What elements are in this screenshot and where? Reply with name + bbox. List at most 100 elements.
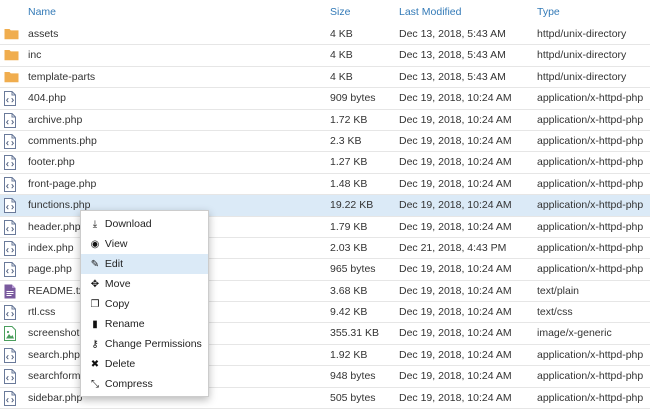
file-name[interactable]: index.php bbox=[28, 238, 74, 259]
table-row[interactable]: 404.php 909 bytes Dec 19, 2018, 10:24 AM ap… bbox=[0, 88, 650, 110]
column-header-last-modified[interactable]: Last Modified bbox=[399, 0, 461, 24]
context-menu-item-label: Download bbox=[104, 218, 152, 230]
file-name[interactable]: rtl.css bbox=[28, 302, 55, 323]
file-name[interactable]: 404.php bbox=[28, 88, 66, 109]
file-name[interactable]: template-parts bbox=[28, 67, 95, 88]
file-type: application/x-httpd-php bbox=[537, 113, 644, 126]
file-name[interactable]: page.php bbox=[28, 259, 72, 280]
file-last-modified: Dec 19, 2018, 10:24 AM bbox=[399, 92, 512, 105]
table-row[interactable]: footer.php 1.27 KB Dec 19, 2018, 10:24 AM a… bbox=[0, 152, 650, 174]
context-menu-item-copy[interactable]: ❐ Copy bbox=[81, 294, 208, 314]
file-type: application/x-httpd-php bbox=[537, 134, 644, 147]
file-last-modified: Dec 13, 2018, 5:43 AM bbox=[399, 49, 506, 62]
file-last-modified: Dec 19, 2018, 10:24 AM bbox=[399, 177, 512, 190]
file-type: image/x-generic bbox=[537, 327, 612, 340]
context-menu-item-delete[interactable]: ✖ Delete bbox=[81, 354, 208, 374]
column-header-name[interactable]: Name bbox=[28, 0, 56, 24]
file-size: 4 KB bbox=[330, 70, 353, 83]
file-size: 1.92 KB bbox=[330, 348, 368, 361]
file-size: 19.22 KB bbox=[330, 199, 374, 212]
code-file-icon bbox=[4, 155, 18, 171]
folder-icon bbox=[4, 70, 19, 85]
file-last-modified: Dec 19, 2018, 10:24 AM bbox=[399, 220, 512, 233]
context-menu-item-label: Delete bbox=[104, 358, 136, 370]
context-menu-item-label: Compress bbox=[104, 378, 153, 390]
file-last-modified: Dec 19, 2018, 10:24 AM bbox=[399, 156, 512, 169]
download-icon: ⤓ bbox=[92, 219, 98, 230]
code-file-icon bbox=[4, 305, 18, 321]
table-row[interactable]: inc 4 KB Dec 13, 2018, 5:43 AM httpd/unix-d… bbox=[0, 45, 650, 67]
column-header-type[interactable]: Type bbox=[537, 0, 560, 24]
code-file-icon bbox=[4, 133, 18, 149]
move-arrows-icon: ✥ bbox=[90, 279, 100, 290]
file-size: 909 bytes bbox=[330, 92, 376, 105]
code-file-icon bbox=[4, 198, 18, 214]
context-menu-item-compress[interactable]: ⤡ Compress bbox=[81, 374, 208, 394]
pencil-icon: ✎ bbox=[90, 259, 100, 270]
file-name[interactable]: inc bbox=[28, 45, 41, 66]
folder-icon bbox=[4, 48, 19, 63]
file-name[interactable]: header.php bbox=[28, 217, 81, 238]
file-name[interactable]: footer.php bbox=[28, 152, 75, 173]
file-type: application/x-httpd-php bbox=[537, 348, 644, 361]
context-menu-item-label: Rename bbox=[104, 318, 145, 330]
file-last-modified: Dec 13, 2018, 5:43 AM bbox=[399, 28, 506, 40]
text-file-icon bbox=[4, 284, 18, 299]
code-file-icon bbox=[4, 240, 18, 256]
table-row[interactable]: archive.php 1.72 KB Dec 19, 2018, 10:24 AM… bbox=[0, 109, 650, 131]
compress-icon: ⤡ bbox=[91, 379, 99, 390]
table-row[interactable]: comments.php 2.3 KB Dec 19, 2018, 10:24 AM… bbox=[0, 130, 650, 153]
folder-icon bbox=[4, 27, 19, 42]
context-menu-item-move[interactable]: ✥ Move bbox=[81, 274, 208, 294]
file-size: 4 KB bbox=[330, 28, 353, 40]
image-file-icon bbox=[4, 326, 18, 342]
context-menu-item-download[interactable]: ⤓ Download bbox=[81, 214, 208, 234]
code-file-icon bbox=[4, 369, 18, 385]
file-type: application/x-httpd-php bbox=[537, 92, 644, 105]
file-size: 3.68 KB bbox=[330, 284, 368, 297]
file-name[interactable]: sidebar.php bbox=[28, 388, 82, 409]
table-row[interactable]: template-parts 4 KB Dec 13, 2018, 5:43 AM h… bbox=[0, 66, 650, 89]
file-name[interactable]: front-page.php bbox=[28, 174, 96, 195]
file-size: 9.42 KB bbox=[330, 306, 368, 319]
close-icon: ✖ bbox=[90, 359, 100, 370]
file-type: httpd/unix-directory bbox=[537, 49, 627, 62]
context-menu-item-rename[interactable]: ▮ Rename bbox=[81, 314, 208, 334]
file-last-modified: Dec 19, 2018, 10:24 AM bbox=[399, 370, 512, 383]
table-row[interactable]: assets 4 KB Dec 13, 2018, 5:43 AM httpd/uni… bbox=[0, 24, 650, 46]
file-last-modified: Dec 13, 2018, 5:43 AM bbox=[399, 70, 506, 83]
file-last-modified: Dec 19, 2018, 10:24 AM bbox=[399, 263, 512, 276]
file-size: 965 bytes bbox=[330, 263, 376, 276]
code-file-icon bbox=[4, 176, 18, 192]
context-menu-item-view[interactable]: ◉ View bbox=[81, 234, 208, 254]
file-last-modified: Dec 19, 2018, 10:24 AM bbox=[399, 134, 512, 147]
file-name[interactable]: comments.php bbox=[28, 131, 97, 152]
copy-icon: ❐ bbox=[90, 299, 100, 310]
file-type: text/css bbox=[537, 306, 573, 319]
table-row[interactable]: front-page.php 1.48 KB Dec 19, 2018, 10:24… bbox=[0, 173, 650, 196]
file-name[interactable]: README.txt bbox=[28, 281, 87, 302]
file-size: 1.48 KB bbox=[330, 177, 368, 190]
file-type: application/x-httpd-php bbox=[537, 220, 644, 233]
file-type: text/plain bbox=[537, 284, 580, 297]
code-file-icon bbox=[4, 262, 18, 278]
file-name[interactable]: assets bbox=[28, 24, 58, 45]
context-menu-item-change-permissions[interactable]: ⚷ Change Permissions bbox=[81, 334, 208, 354]
file-name[interactable]: archive.php bbox=[28, 110, 82, 131]
file-icon: ▮ bbox=[92, 319, 98, 330]
file-type: httpd/unix-directory bbox=[537, 28, 627, 40]
file-last-modified: Dec 19, 2018, 10:24 AM bbox=[399, 348, 512, 361]
column-header-size[interactable]: Size bbox=[330, 0, 350, 24]
file-type: application/x-httpd-php bbox=[537, 199, 644, 212]
file-last-modified: Dec 19, 2018, 10:24 AM bbox=[399, 306, 512, 319]
file-last-modified: Dec 19, 2018, 10:24 AM bbox=[399, 113, 512, 126]
context-menu-item-edit[interactable]: ✎ Edit bbox=[81, 254, 208, 274]
file-type: application/x-httpd-php bbox=[537, 391, 644, 404]
file-last-modified: Dec 19, 2018, 10:24 AM bbox=[399, 199, 512, 212]
file-type: application/x-httpd-php bbox=[537, 241, 644, 254]
file-type: application/x-httpd-php bbox=[537, 263, 644, 276]
file-name[interactable]: search.php bbox=[28, 345, 80, 366]
file-last-modified: Dec 19, 2018, 10:24 AM bbox=[399, 391, 512, 404]
file-last-modified: Dec 21, 2018, 4:43 PM bbox=[399, 241, 507, 254]
context-menu: ⤓ Download ◉ View ✎ Edit ✥ Move ❐ Copy ▮ Rena… bbox=[80, 210, 209, 397]
